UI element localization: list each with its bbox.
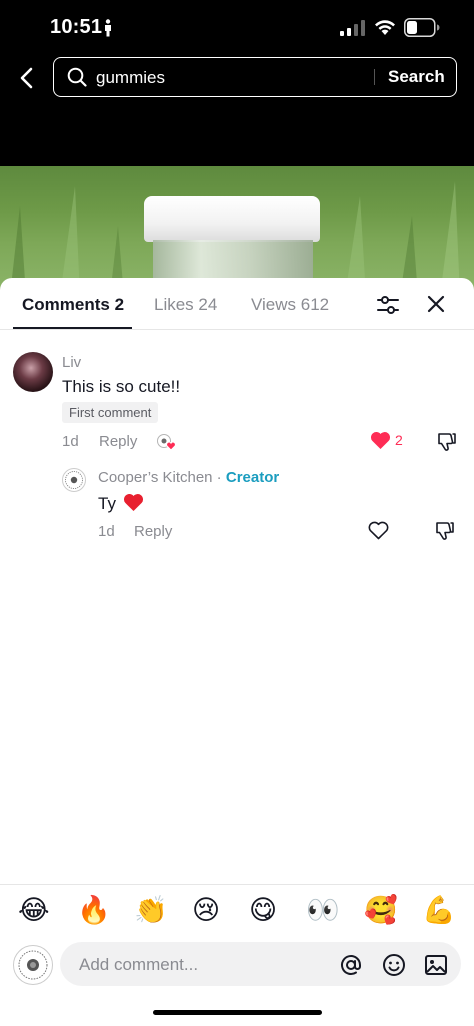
tab-views[interactable]: Views 612 <box>251 295 329 315</box>
comment-input[interactable]: Add comment... <box>60 942 461 986</box>
reply-button[interactable]: Reply <box>134 523 172 540</box>
cellular-signal-icon <box>340 20 365 36</box>
emoji-fire[interactable]: 🔥 <box>77 895 111 927</box>
home-indicator <box>153 1010 322 1015</box>
video-preview[interactable] <box>0 166 474 296</box>
emoji-laughing[interactable]: 😂 <box>18 895 50 927</box>
thumbs-down-icon[interactable] <box>435 520 455 540</box>
active-tab-indicator <box>13 327 132 329</box>
username-separator: · <box>212 469 226 486</box>
comment-time: 1d <box>62 433 79 450</box>
tab-likes[interactable]: Likes 24 <box>154 295 217 315</box>
emoji-crying[interactable]: 😢 <box>192 895 220 927</box>
comment-input-bar: Add comment... <box>0 940 474 1000</box>
avatar[interactable] <box>13 352 53 392</box>
emoji-clapping[interactable]: 👏 <box>134 895 168 927</box>
search-header: gummies Search <box>0 54 474 166</box>
emoji-flexed-bicep[interactable]: 💪 <box>422 895 456 927</box>
battery-icon <box>404 18 440 37</box>
close-icon[interactable] <box>425 293 447 315</box>
emoji-yum[interactable]: 😋 <box>249 895 277 927</box>
like-count: 2 <box>395 432 403 448</box>
comment-time: 1d <box>98 523 115 540</box>
status-bar: 10:51 <box>0 0 474 54</box>
tab-bar: Comments 2 Likes 24 Views 612 <box>0 278 474 330</box>
search-divider <box>374 69 375 85</box>
comment-text: This is so cute!! <box>62 377 181 396</box>
kitchen-logo-icon <box>65 471 83 489</box>
jar-lid <box>144 196 320 242</box>
emoji-picker-icon[interactable] <box>382 953 406 977</box>
creator-tag: Creator <box>225 469 280 486</box>
reply-username[interactable]: Cooper’s Kitchen <box>98 469 213 486</box>
thumbs-down-icon[interactable] <box>437 431 457 451</box>
avatar[interactable] <box>62 468 86 492</box>
comment-placeholder: Add comment... <box>79 955 199 974</box>
chevron-left-icon <box>20 67 33 89</box>
creator-liked-icon <box>157 434 176 451</box>
mention-icon[interactable] <box>339 953 363 977</box>
reply-text: Ty <box>98 494 116 513</box>
back-button[interactable] <box>12 64 40 92</box>
kitchen-logo-icon <box>18 950 48 980</box>
heart-outline-icon[interactable] <box>368 521 389 540</box>
red-heart-emoji-icon <box>123 494 143 511</box>
comment-text: Ty <box>98 493 144 514</box>
reply-button[interactable]: Reply <box>99 433 137 450</box>
comment-username: Cooper’s Kitchen · Creator <box>98 469 279 486</box>
search-icon <box>67 67 87 87</box>
filter-sliders-icon[interactable] <box>376 293 400 317</box>
heart-filled-icon[interactable] <box>370 431 391 450</box>
comment-username[interactable]: Liv <box>62 354 81 371</box>
image-upload-icon[interactable] <box>424 953 448 977</box>
search-input[interactable]: gummies Search <box>53 57 457 97</box>
avatar[interactable] <box>13 945 53 985</box>
wifi-icon <box>375 20 395 35</box>
first-comment-badge: First comment <box>62 402 159 423</box>
tab-comments[interactable]: Comments 2 <box>22 295 124 315</box>
search-query: gummies <box>96 68 165 87</box>
status-time: 10:51 <box>50 16 103 38</box>
search-button[interactable]: Search <box>388 67 445 87</box>
emoji-smiling-hearts[interactable]: 🥰 <box>364 895 398 927</box>
person-walking-icon <box>105 19 111 37</box>
emoji-eyes[interactable]: 👀 <box>306 895 340 927</box>
emoji-bar: 😂 🔥 👏 😢 😋 👀 🥰 💪 <box>0 884 474 940</box>
